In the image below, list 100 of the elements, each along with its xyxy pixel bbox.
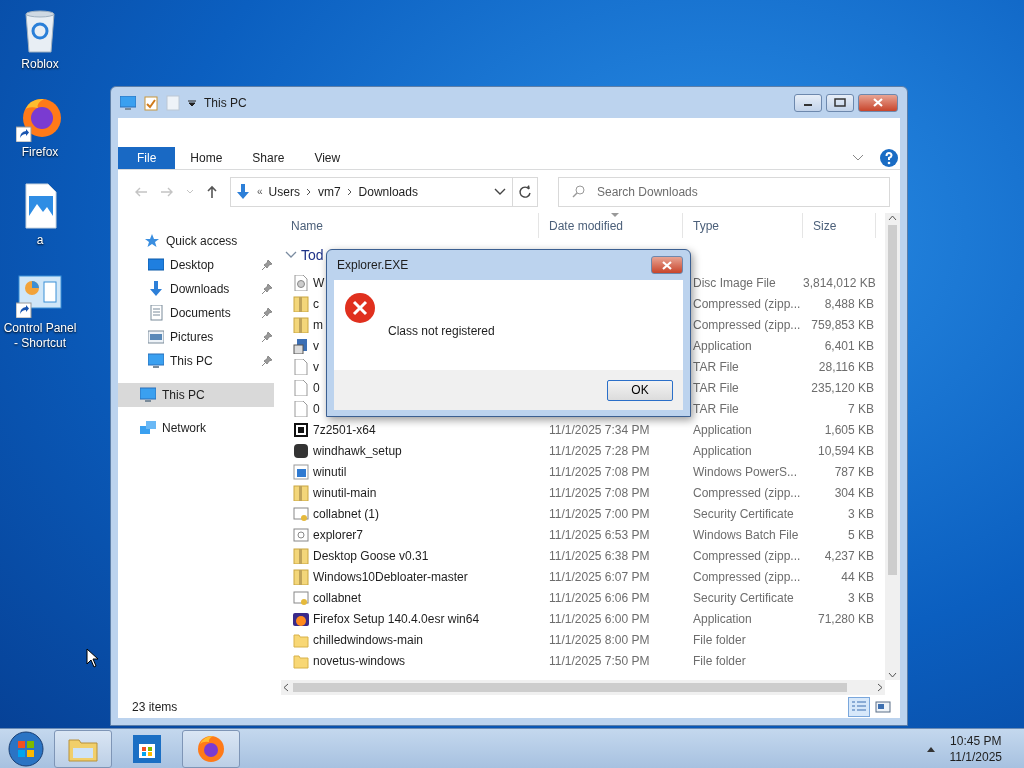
file-name[interactable]: winutil [313, 462, 347, 481]
expand-ribbon-icon[interactable] [852, 154, 864, 162]
start-button[interactable] [6, 729, 46, 768]
overflow-chevron[interactable]: « [257, 184, 263, 199]
file-name[interactable]: chilledwindows-main [313, 630, 424, 649]
file-name[interactable]: Desktop Goose v0.31 [313, 546, 429, 565]
type-cell-text: TAR File [692, 400, 740, 418]
file-name[interactable]: winutil-main [313, 483, 377, 502]
script-file-icon [293, 463, 309, 480]
file-name[interactable]: 0 [313, 378, 320, 397]
search-icon [572, 184, 585, 198]
file-name[interactable]: m [313, 315, 323, 334]
picture-icon [148, 329, 164, 345]
ribbon-tab[interactable]: Home [175, 147, 238, 169]
type-cell-text: Compressed (zipp... [692, 568, 802, 586]
minimize-button[interactable] [794, 93, 822, 112]
close-button[interactable] [858, 93, 898, 112]
file-name[interactable]: 0 [313, 399, 320, 418]
size-cell-text: 44 KB [840, 568, 875, 586]
scroll-thumb[interactable] [888, 225, 897, 575]
search-field[interactable]: Search Downloads [558, 176, 890, 207]
size-cell-text: 7 KB [847, 400, 875, 418]
file-icon [293, 358, 309, 375]
file-name[interactable]: windhawk_setup [313, 441, 402, 460]
nav-item[interactable]: Documents [118, 301, 274, 325]
type-cell-text: Windows PowerS... [692, 463, 799, 481]
start-orb-icon [6, 729, 46, 768]
file-name[interactable]: Firefox Setup 140.4.0esr win64 [313, 609, 480, 628]
zip-folder-icon [293, 547, 309, 564]
file-name[interactable]: explorer7 [313, 525, 364, 544]
taskbar-button[interactable] [54, 729, 112, 768]
nav-item[interactable]: This PC [118, 383, 274, 407]
horizontal-scrollbar[interactable] [281, 680, 885, 695]
nav-item[interactable]: Quick access [118, 229, 274, 253]
close-button[interactable] [651, 256, 683, 274]
help-icon[interactable] [880, 149, 898, 167]
file-name[interactable]: novetus-windows [313, 651, 406, 670]
file-name[interactable]: W [313, 273, 325, 292]
date-cell-text: 11/1/2025 8:00 PM [548, 631, 651, 649]
scroll-thumb[interactable] [293, 683, 847, 692]
properties-icon[interactable] [144, 94, 158, 111]
date-cell-text: 11/1/2025 7:50 PM [548, 652, 651, 670]
nav-item[interactable]: This PC [118, 349, 274, 373]
folder-icon [293, 652, 309, 669]
scroll-down-icon [888, 670, 897, 680]
nav-item[interactable]: Downloads [118, 277, 274, 301]
scroll-right-icon [875, 683, 885, 692]
computer-icon [140, 387, 156, 403]
clock-date[interactable]: 11/1/2025 [949, 748, 1002, 765]
ok-button[interactable]: OK [607, 379, 673, 401]
file-name[interactable]: Windows10Debloater-master [313, 567, 468, 586]
browser-icon [196, 733, 226, 764]
chevron-icon [305, 187, 312, 196]
caret-icon [186, 188, 194, 195]
file-name[interactable]: c [313, 294, 319, 313]
file-name[interactable]: collabnet (1) [313, 504, 380, 523]
type-cell-text: Security Certificate [692, 505, 795, 523]
breadcrumb[interactable]: Downloads [358, 182, 418, 201]
maximize-button[interactable] [826, 93, 854, 112]
taskbar-button[interactable] [182, 729, 240, 768]
ribbon-tab[interactable]: View [299, 147, 356, 169]
clock-time[interactable]: 10:45 PM [950, 732, 1002, 749]
group-header[interactable]: Tod [301, 244, 324, 266]
details-view-button[interactable] [848, 696, 870, 717]
file-menu-button[interactable]: File [118, 147, 176, 169]
size-cell-text: 3,814,012 KB [803, 274, 876, 292]
computer-icon [148, 353, 164, 369]
column-header[interactable]: Type [683, 213, 803, 238]
nav-item[interactable]: Network [118, 416, 274, 440]
zip-folder-icon [293, 484, 309, 501]
date-cell-text: 11/1/2025 7:08 PM [548, 463, 651, 481]
type-cell-text: Application [692, 421, 753, 439]
ribbon-tab[interactable]: Share [237, 147, 300, 169]
file-name[interactable]: v [313, 357, 319, 376]
vertical-scrollbar[interactable] [885, 213, 900, 680]
refresh-icon[interactable] [518, 184, 532, 199]
type-cell-text: File folder [692, 631, 747, 649]
column-header[interactable]: Date modified [539, 213, 683, 238]
icon-label: Firefox [21, 145, 59, 160]
icon-label: Control Panel - Shortcut [2, 321, 78, 351]
star-icon [144, 233, 160, 249]
breadcrumb[interactable]: vm7 [317, 182, 341, 201]
scroll-up-icon [888, 213, 897, 223]
zip-folder-icon [293, 295, 309, 312]
dropdown-arrow-icon[interactable] [188, 98, 196, 107]
file-name[interactable]: 7z2501-x64 [313, 420, 376, 439]
column-header[interactable]: Name [281, 213, 539, 238]
store-bag-icon [133, 734, 161, 763]
breadcrumb[interactable]: Users [268, 182, 300, 201]
nav-item[interactable]: Pictures [118, 325, 274, 349]
nav-item[interactable]: Desktop [118, 253, 274, 277]
dropdown-icon[interactable] [493, 187, 506, 196]
size-cell-text: 4,237 KB [823, 547, 875, 565]
file-name[interactable]: v [313, 336, 319, 355]
collapse-chevron-icon[interactable] [285, 251, 297, 259]
file-name[interactable]: collabnet [313, 588, 362, 607]
desktop-icon [148, 257, 164, 273]
column-header[interactable]: Size [803, 213, 876, 238]
date-cell-text: 11/1/2025 6:53 PM [548, 526, 651, 544]
address-bar[interactable]: « Users vm7 Downloads [230, 176, 538, 207]
